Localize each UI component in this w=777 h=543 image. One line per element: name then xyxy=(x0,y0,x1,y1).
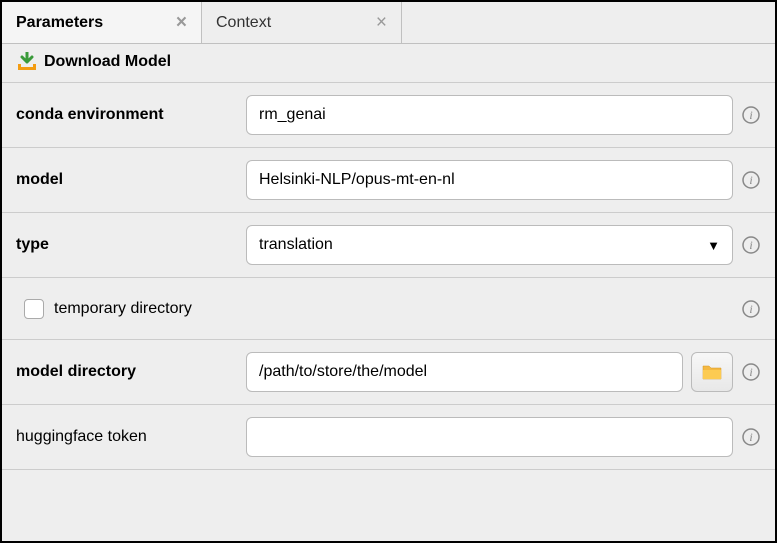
label-model: model xyxy=(16,171,246,189)
svg-text:i: i xyxy=(749,430,752,444)
info-icon[interactable]: i xyxy=(741,170,761,190)
label-model-directory: model directory xyxy=(16,363,246,381)
svg-text:i: i xyxy=(749,108,752,122)
type-select[interactable]: translation ▼ xyxy=(246,225,733,265)
tab-parameters[interactable]: Parameters × xyxy=(2,2,202,43)
model-directory-input[interactable] xyxy=(246,352,683,392)
row-huggingface-token: huggingface token i xyxy=(2,405,775,470)
label-type: type xyxy=(16,236,246,254)
row-temporary-directory: temporary directory i xyxy=(2,278,775,340)
type-select-value: translation xyxy=(259,236,333,254)
folder-icon xyxy=(702,364,722,380)
row-type: type translation ▼ i xyxy=(2,213,775,278)
model-input[interactable] xyxy=(246,160,733,200)
info-icon[interactable]: i xyxy=(741,235,761,255)
subheader: Download Model xyxy=(2,44,775,83)
svg-text:i: i xyxy=(749,302,752,316)
row-model-directory: model directory i xyxy=(2,340,775,405)
svg-text:i: i xyxy=(749,238,752,252)
tab-parameters-label: Parameters xyxy=(16,14,103,32)
row-model: model i xyxy=(2,148,775,213)
svg-text:i: i xyxy=(749,173,752,187)
page-title: Download Model xyxy=(44,53,171,71)
conda-environment-input[interactable] xyxy=(246,95,733,135)
label-temporary-directory: temporary directory xyxy=(54,300,192,318)
close-icon[interactable]: × xyxy=(176,13,187,32)
temporary-directory-checkbox[interactable] xyxy=(24,299,44,319)
info-icon[interactable]: i xyxy=(741,105,761,125)
info-icon[interactable]: i xyxy=(741,362,761,382)
parameters-form: conda environment i model i type transla… xyxy=(2,83,775,470)
info-icon[interactable]: i xyxy=(741,299,761,319)
tab-bar: Parameters × Context × xyxy=(2,2,775,44)
label-huggingface-token: huggingface token xyxy=(16,428,246,446)
label-conda-environment: conda environment xyxy=(16,106,246,124)
info-icon[interactable]: i xyxy=(741,427,761,447)
tab-context[interactable]: Context × xyxy=(202,2,402,43)
browse-folder-button[interactable] xyxy=(691,352,733,392)
svg-text:i: i xyxy=(749,365,752,379)
chevron-down-icon: ▼ xyxy=(707,238,720,253)
tab-context-label: Context xyxy=(216,14,271,32)
download-icon xyxy=(16,52,38,72)
huggingface-token-input[interactable] xyxy=(246,417,733,457)
close-icon[interactable]: × xyxy=(376,13,387,32)
row-conda-environment: conda environment i xyxy=(2,83,775,148)
